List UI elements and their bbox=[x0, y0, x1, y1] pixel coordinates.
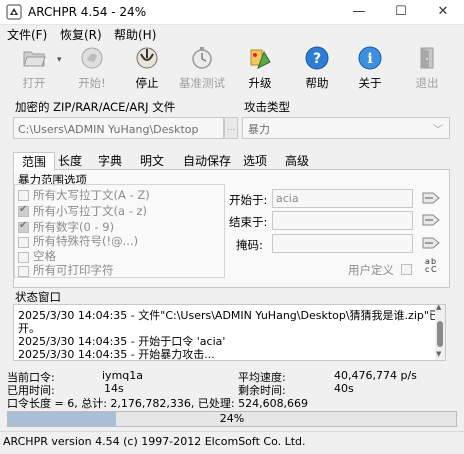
chevron-down-icon: ﹀ bbox=[433, 125, 443, 136]
checkbox-digits[interactable]: ✔ bbox=[18, 220, 29, 233]
attack-type-value: 暴力 bbox=[248, 123, 270, 136]
start-icon bbox=[81, 47, 103, 69]
upgrade-label: 升级 bbox=[248, 76, 272, 90]
current-password-value: iymq1a bbox=[102, 369, 144, 382]
end-at-label: 结束于: bbox=[229, 215, 268, 229]
svg-text:c: c bbox=[425, 265, 429, 274]
svg-text:C: C bbox=[431, 265, 437, 274]
benchmark-label: 基准测试 bbox=[179, 76, 225, 90]
tab-length[interactable]: 长度 bbox=[55, 152, 85, 170]
exit-door-icon bbox=[420, 47, 434, 69]
checkbox-lowercase[interactable]: ✔ bbox=[18, 204, 29, 217]
encrypted-file-path: C:\Users\ADMIN YuHang\Desktop\猜猜我 bbox=[18, 123, 198, 136]
tab-options[interactable]: 选项 bbox=[240, 152, 270, 170]
benchmark-clock-icon bbox=[192, 47, 212, 69]
user-defined-label: 用户定义 bbox=[348, 263, 394, 277]
password-summary: 口令长度 = 6, 总计: 2,176,782,336, 已处理: 524,60… bbox=[7, 397, 309, 410]
progress-label: 24% bbox=[219, 412, 245, 425]
checkbox-user-defined[interactable] bbox=[401, 264, 412, 275]
log-scrollbar-thumb[interactable] bbox=[437, 321, 443, 347]
checkbox-uppercase[interactable] bbox=[18, 190, 29, 201]
stop-icon bbox=[136, 47, 158, 69]
checkbox-space[interactable] bbox=[18, 252, 29, 263]
start-at-picker-icon[interactable] bbox=[421, 189, 441, 207]
tab-dictionary[interactable]: 字典 bbox=[95, 152, 125, 170]
minimize-button[interactable]: — bbox=[338, 0, 380, 24]
tab-autosave[interactable]: 自动保存 bbox=[180, 152, 234, 170]
tab-range[interactable]: 范围 bbox=[13, 152, 55, 171]
about-icon: i bbox=[358, 46, 382, 70]
benchmark-button[interactable]: 基准测试 bbox=[178, 43, 226, 95]
checkbox-uppercase-label: 所有大写拉丁文(A - Z) bbox=[33, 188, 150, 202]
upgrade-button[interactable]: 升级 bbox=[238, 43, 282, 95]
open-button[interactable]: 打开 bbox=[12, 43, 56, 95]
help-button[interactable]: ? 帮助 bbox=[295, 43, 339, 95]
checkbox-printable-label: 所有可打印字符 bbox=[33, 263, 114, 277]
mask-field[interactable] bbox=[272, 234, 413, 253]
maximize-button[interactable]: ☐ bbox=[380, 0, 422, 24]
menu-help[interactable]: 帮助(H) bbox=[114, 26, 156, 43]
about-button[interactable]: i 关于 bbox=[348, 43, 392, 95]
help-label: 帮助 bbox=[305, 76, 329, 90]
svg-text:i: i bbox=[367, 51, 372, 67]
attack-type-label: 攻击类型 bbox=[244, 100, 290, 114]
scroll-up-icon[interactable]: ▲ bbox=[436, 303, 441, 311]
mask-picker-icon[interactable] bbox=[421, 234, 441, 252]
elapsed-time-value: 14s bbox=[104, 382, 124, 395]
checkbox-special-label: 所有特殊符号(!@...) bbox=[33, 234, 139, 248]
exit-label: 退出 bbox=[415, 76, 439, 90]
stop-label: 停止 bbox=[135, 76, 159, 90]
checkbox-lowercase-label: 所有小写拉丁文(a - z) bbox=[33, 204, 148, 218]
menu-recovery[interactable]: 恢复(R) bbox=[60, 26, 102, 43]
log-scrollbar[interactable]: ▲ ▼ bbox=[435, 303, 445, 360]
archpr-app-icon bbox=[6, 4, 22, 20]
mask-label: 掩码: bbox=[236, 238, 263, 252]
status-log[interactable]: 2025/3/30 14:04:35 - 文件"C:\Users\ADMIN Y… bbox=[13, 304, 446, 361]
status-window-label: 状态窗口 bbox=[15, 290, 61, 304]
menu-file[interactable]: 文件(F) bbox=[7, 26, 47, 43]
encrypted-file-field[interactable]: C:\Users\ADMIN YuHang\Desktop\猜猜我 bbox=[13, 117, 224, 139]
log-line: 2025/3/30 14:04:35 - 文件"C:\Users\ADMIN Y… bbox=[18, 309, 446, 322]
toolbar: 打开 ▾ 开始! 停止 基准测试 升级 ? 帮助 i 关于 退出 bbox=[0, 43, 464, 95]
exit-button[interactable]: 退出 bbox=[405, 43, 449, 95]
open-label: 打开 bbox=[22, 76, 46, 90]
progress-bar: 24% bbox=[7, 411, 457, 427]
start-at-value: acia bbox=[276, 192, 299, 205]
remaining-time-value: 40s bbox=[334, 382, 354, 395]
log-line: 2025/3/30 14:04:35 - 开始暴力攻击... bbox=[18, 348, 215, 361]
encrypted-file-label: 加密的 ZIP/RAR/ACE/ARJ 文件 bbox=[15, 100, 176, 114]
close-button[interactable]: ✕ bbox=[422, 0, 464, 24]
tab-advanced[interactable]: 高级 bbox=[282, 152, 312, 170]
end-at-field[interactable] bbox=[272, 211, 413, 230]
start-at-label: 开始于: bbox=[229, 193, 268, 207]
attack-type-select[interactable]: 暴力 ﹀ bbox=[242, 117, 450, 139]
upgrade-icon bbox=[250, 49, 271, 70]
open-folder-icon bbox=[23, 51, 46, 67]
window-title: ARCHPR 4.54 - 24% bbox=[28, 5, 147, 19]
scroll-down-icon[interactable]: ▼ bbox=[436, 350, 441, 358]
open-dropdown-icon[interactable]: ▾ bbox=[57, 55, 62, 65]
end-at-picker-icon[interactable] bbox=[421, 211, 441, 229]
browse-file-button[interactable]: … bbox=[224, 117, 238, 139]
menu-bar: 文件(F) 恢复(R) 帮助(H) bbox=[0, 24, 464, 43]
about-label: 关于 bbox=[358, 76, 382, 90]
start-label: 开始! bbox=[78, 76, 106, 90]
title-bar: ARCHPR 4.54 - 24% — ☐ ✕ bbox=[0, 0, 464, 25]
avg-speed-value: 40,476,774 p/s bbox=[334, 369, 417, 382]
tab-plaintext[interactable]: 明文 bbox=[137, 152, 167, 170]
checkbox-special[interactable] bbox=[18, 237, 29, 248]
svg-text:?: ? bbox=[313, 51, 321, 67]
status-bar-text: ARCHPR version 4.54 (c) 1997-2012 ElcomS… bbox=[3, 435, 306, 448]
status-bar: ARCHPR version 4.54 (c) 1997-2012 ElcomS… bbox=[0, 431, 464, 454]
help-icon: ? bbox=[305, 46, 329, 70]
charset-editor-icon[interactable]: a b c C bbox=[424, 256, 440, 274]
start-button[interactable]: 开始! bbox=[70, 43, 114, 95]
stop-button[interactable]: 停止 bbox=[125, 43, 169, 95]
checkbox-printable[interactable] bbox=[18, 266, 29, 277]
start-at-field[interactable]: acia bbox=[272, 189, 413, 208]
